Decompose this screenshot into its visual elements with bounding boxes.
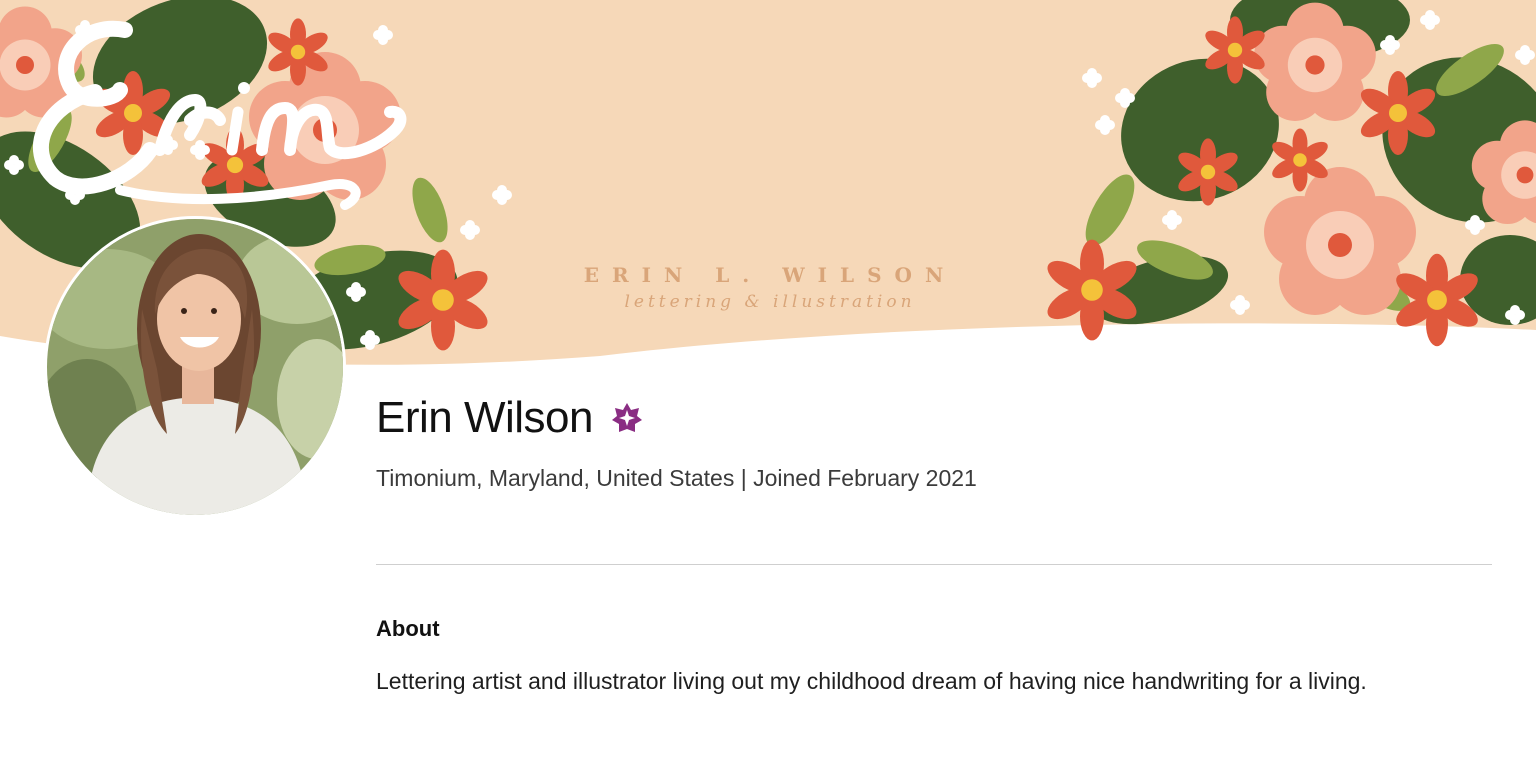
profile-name: Erin Wilson [376,393,594,442]
profile-location-joined: Timonium, Maryland, United States | Join… [376,465,977,491]
brand-tagline: lettering & illustration [624,292,916,312]
brand-name: ERIN L. WILSON [583,263,957,287]
about-heading: About [376,616,440,641]
profile-photo [47,219,343,515]
brand-script-lettering [32,20,407,210]
avatar [44,216,346,518]
profile-header: Erin Wilson [376,392,643,444]
verified-star-icon[interactable] [611,402,643,434]
about-text: Lettering artist and illustrator living … [376,668,1367,694]
section-divider [376,564,1492,565]
